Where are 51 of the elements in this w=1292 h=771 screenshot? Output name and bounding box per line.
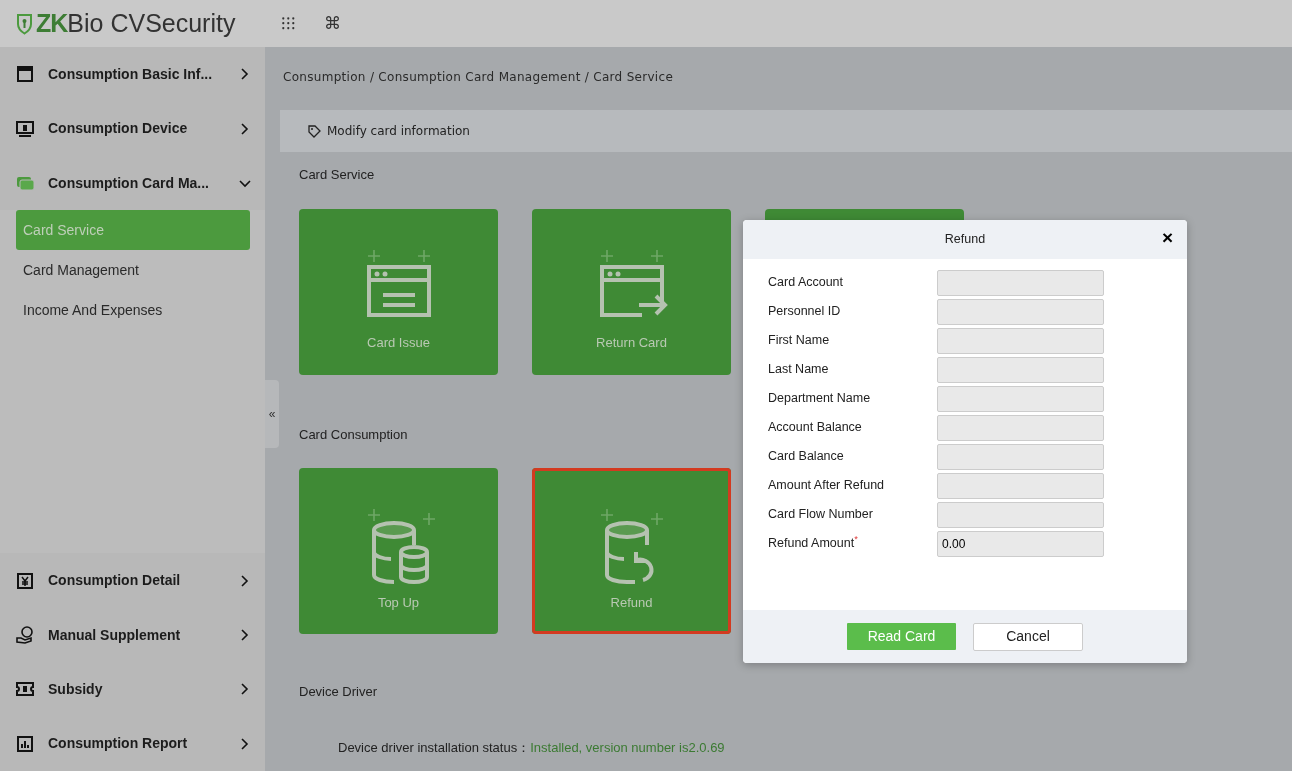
- cards-icon: [16, 174, 34, 192]
- shield-logo-icon: [16, 12, 33, 35]
- required-asterisk: *: [854, 534, 858, 545]
- bar-chart-icon: [16, 734, 34, 753]
- field-label: Card Balance: [768, 449, 844, 464]
- collapse-handle[interactable]: «: [265, 380, 279, 448]
- app-logo: ZKBio CVSecurity: [36, 7, 236, 39]
- input-field[interactable]: [937, 443, 1104, 470]
- sidebar-menu-item[interactable]: Subsidy: [0, 662, 265, 717]
- close-button[interactable]: ×: [1159, 228, 1175, 247]
- hand-coin-icon: [16, 626, 34, 645]
- input-field[interactable]: [937, 472, 1104, 499]
- field-label: Personnel ID: [768, 304, 841, 319]
- monitor-icon: [16, 119, 34, 138]
- sidebar-menu-item[interactable]: Consumption Basic Inf...: [0, 47, 265, 102]
- tag-icon: [308, 124, 321, 138]
- driver-status-label: Device driver installation status：: [338, 739, 531, 755]
- dialog-title: Refund: [944, 231, 986, 249]
- field-label: Card Flow Number: [768, 507, 873, 522]
- sidebar-menu-item[interactable]: Consumption Card Ma...: [0, 155, 265, 211]
- yen-box-icon: [16, 571, 34, 590]
- breadcrumb: Consumption / Consumption Card Management / Card Service: [282, 69, 675, 86]
- sidebar-submenu-item[interactable]: Card Management: [16, 250, 250, 291]
- input-field[interactable]: [937, 356, 1104, 383]
- sidebar-submenu-item[interactable]: Income And Expenses: [16, 290, 250, 331]
- input-field[interactable]: [937, 501, 1104, 528]
- input-field[interactable]: [937, 327, 1104, 354]
- modify-card-link[interactable]: Modify card information: [327, 122, 470, 140]
- sidebar-menu-item[interactable]: Consumption Report: [0, 716, 265, 771]
- ticket-icon: [16, 680, 34, 699]
- sidebar-menu-item[interactable]: Manual Supplement: [0, 607, 265, 663]
- section-title: Card Service: [299, 166, 375, 184]
- field-label: Card Account: [768, 275, 844, 290]
- input-field[interactable]: [937, 414, 1104, 441]
- input-field[interactable]: [937, 298, 1104, 325]
- sidebar-menu-item[interactable]: Consumption Detail: [0, 553, 265, 608]
- field-label: Amount After Refund: [768, 478, 885, 493]
- section-title: Device Driver: [299, 683, 377, 701]
- sidebar-menu-item[interactable]: Consumption Device: [0, 101, 265, 156]
- cancel-button[interactable]: Cancel: [973, 622, 1083, 651]
- field-label: Refund Amount$^{*}$: [768, 536, 858, 551]
- input-field[interactable]: [937, 385, 1104, 412]
- field-label: First Name: [768, 333, 830, 348]
- window-icon: [16, 65, 34, 84]
- section-title: Card Consumption: [299, 425, 408, 444]
- field-label: Account Balance: [768, 420, 862, 435]
- driver-status-value: Installed, version number is2.0.69: [530, 739, 725, 755]
- field-label: Department Name: [768, 391, 871, 406]
- field-label: Last Name: [768, 362, 829, 377]
- input-field[interactable]: 0.00: [937, 530, 1104, 557]
- input-field[interactable]: [937, 269, 1104, 296]
